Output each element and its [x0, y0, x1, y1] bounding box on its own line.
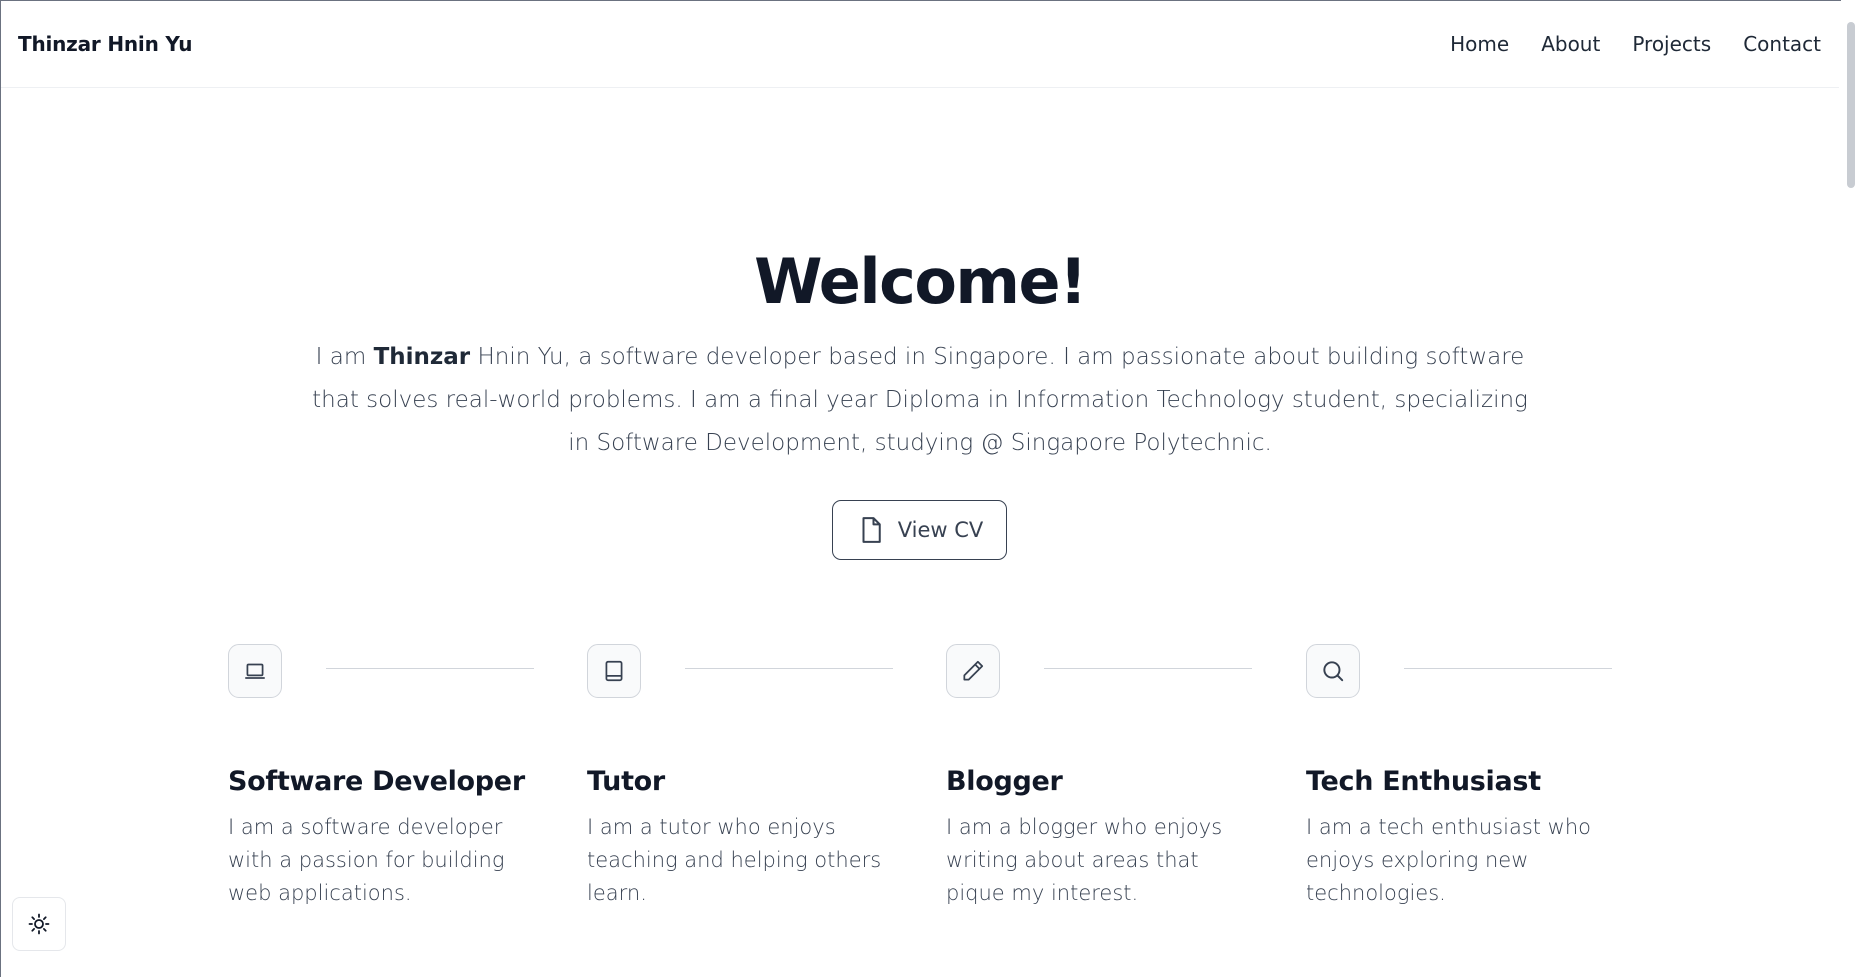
nav-home[interactable]: Home: [1450, 32, 1509, 56]
card-title: Blogger: [946, 766, 1063, 797]
hero-intro: I am Thinzar Hnin Yu, a software develop…: [310, 336, 1530, 465]
search-icon: [1323, 661, 1344, 682]
view-cv-label: View CV: [897, 518, 984, 542]
intro-prefix: I am: [315, 344, 374, 370]
laptop-icon: [245, 663, 265, 679]
card-title: Tech Enthusiast: [1306, 766, 1541, 797]
card-title: Tutor: [587, 766, 665, 797]
pencil-icon: [963, 660, 984, 681]
scrollbar-thumb[interactable]: [1847, 22, 1855, 188]
card-tutor: Tutor I am a tutor who enjoys teaching a…: [587, 644, 893, 910]
card-icon-box: [946, 644, 1000, 698]
nav-about[interactable]: About: [1541, 32, 1600, 56]
hero-title: Welcome!: [754, 245, 1087, 318]
card-text: I am a tutor who enjoys teaching and hel…: [587, 815, 882, 905]
nav-projects[interactable]: Projects: [1632, 32, 1711, 56]
card-divider: [685, 668, 893, 669]
sun-icon: [28, 913, 50, 935]
view-cv-button[interactable]: View CV: [832, 500, 1007, 560]
card-icon-box: [228, 644, 282, 698]
card-tech-enthusiast: Tech Enthusiast I am a tech enthusiast w…: [1306, 644, 1612, 910]
card-blogger: Blogger I am a blogger who enjoys writin…: [946, 644, 1252, 910]
scrollbar-track[interactable]: [1841, 0, 1859, 977]
card-text: I am a blogger who enjoys writing about …: [946, 815, 1223, 905]
card-divider: [1404, 668, 1612, 669]
card-text: I am a tech enthusiast who enjoys explor…: [1306, 815, 1592, 905]
card-divider: [326, 668, 534, 669]
theme-toggle-button[interactable]: [12, 897, 66, 951]
card-icon-box: [1306, 644, 1360, 698]
intro-name-bold: Thinzar: [373, 344, 471, 370]
site-brand[interactable]: Thinzar Hnin Yu: [18, 32, 192, 56]
site-header: Thinzar Hnin Yu Home About Projects Cont…: [1, 1, 1839, 88]
card-text: I am a software developer with a passion…: [228, 815, 505, 905]
intro-rest: Hnin Yu, a software developer based in S…: [312, 344, 1528, 456]
document-icon: [862, 517, 881, 543]
book-icon: [605, 660, 623, 682]
card-title: Software Developer: [228, 766, 525, 797]
card-software-developer: Software Developer I am a software devel…: [228, 644, 534, 910]
card-icon-box: [587, 644, 641, 698]
card-divider: [1044, 668, 1252, 669]
nav-contact[interactable]: Contact: [1743, 32, 1821, 56]
main-nav: Home About Projects Contact: [1450, 32, 1821, 56]
